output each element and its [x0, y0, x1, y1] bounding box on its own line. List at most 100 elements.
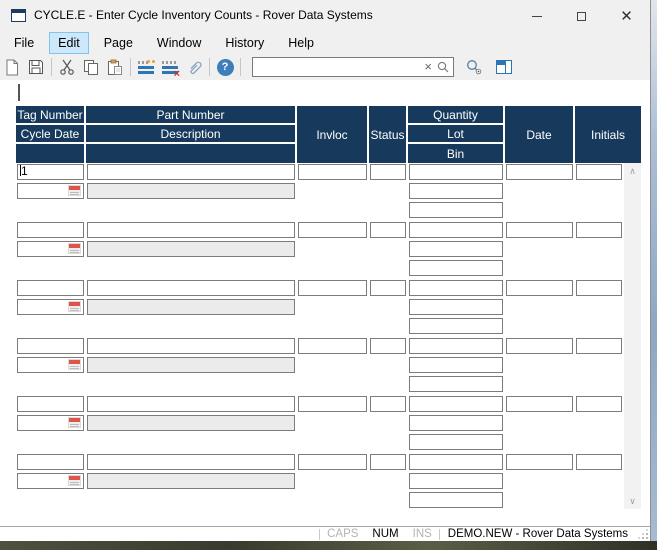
quantity-field[interactable]: [409, 164, 503, 180]
bin-field[interactable]: [409, 376, 503, 392]
lot-field[interactable]: [409, 183, 503, 199]
cycle-date-field[interactable]: [17, 299, 84, 315]
invloc-cell: [297, 163, 369, 182]
tag-number-cell: [16, 279, 86, 298]
part-number-field[interactable]: [87, 222, 295, 238]
status-field[interactable]: [370, 280, 406, 296]
initials-field[interactable]: [576, 396, 622, 412]
part-number-field[interactable]: [87, 280, 295, 296]
status-field[interactable]: [370, 454, 406, 470]
calendar-icon[interactable]: [68, 417, 81, 428]
initials-field[interactable]: [576, 222, 622, 238]
date-field[interactable]: [506, 280, 573, 296]
save-button[interactable]: [24, 56, 48, 78]
scroll-up-icon[interactable]: ∧: [624, 163, 641, 179]
grid-header: Tag Number Cycle Date Part Number Descri…: [16, 106, 641, 163]
part-number-field[interactable]: [87, 164, 295, 180]
part-number-field[interactable]: [87, 396, 295, 412]
quantity-field[interactable]: [409, 280, 503, 296]
menu-help[interactable]: Help: [279, 32, 323, 54]
menu-edit[interactable]: Edit: [49, 32, 89, 54]
bin-field[interactable]: [409, 492, 503, 508]
bin-field[interactable]: [409, 202, 503, 218]
calendar-icon[interactable]: [68, 185, 81, 196]
invloc-field[interactable]: [298, 454, 367, 470]
status-field[interactable]: [370, 338, 406, 354]
tag-number-field[interactable]: [17, 454, 84, 470]
insert-row-button[interactable]: [134, 56, 158, 78]
lot-field[interactable]: [409, 241, 503, 257]
menu-page[interactable]: Page: [95, 32, 142, 54]
tag-number-field[interactable]: [17, 396, 84, 412]
search-icon[interactable]: [436, 60, 450, 74]
bin-field[interactable]: [409, 434, 503, 450]
cycle-date-field[interactable]: [17, 183, 84, 199]
cycle-date-field[interactable]: [17, 357, 84, 373]
quantity-field[interactable]: [409, 222, 503, 238]
lot-field[interactable]: [409, 415, 503, 431]
cut-button[interactable]: [55, 56, 79, 78]
tag-number-field[interactable]: [17, 280, 84, 296]
calendar-icon[interactable]: [68, 475, 81, 486]
header-part-number: Part Number: [86, 106, 297, 125]
lookup-button[interactable]: [462, 56, 486, 78]
cycle-date-field[interactable]: [17, 241, 84, 257]
quantity-field[interactable]: [409, 396, 503, 412]
quantity-cell: [408, 279, 505, 298]
attachment-button[interactable]: [182, 56, 206, 78]
calendar-icon[interactable]: [68, 359, 81, 370]
clear-search-icon[interactable]: ×: [420, 58, 436, 76]
tag-number-field[interactable]: [17, 338, 84, 354]
calendar-icon[interactable]: [68, 301, 81, 312]
tag-number-field[interactable]: [17, 222, 84, 238]
part-number-field[interactable]: [87, 338, 295, 354]
layout-button[interactable]: [492, 56, 516, 78]
header-date: Date: [505, 106, 575, 163]
invloc-field[interactable]: [298, 280, 367, 296]
invloc-field[interactable]: [298, 338, 367, 354]
invloc-field[interactable]: [298, 164, 367, 180]
cycle-date-field[interactable]: [17, 473, 84, 489]
search-input[interactable]: [253, 59, 420, 75]
date-field[interactable]: [506, 164, 573, 180]
lot-field[interactable]: [409, 299, 503, 315]
quantity-field[interactable]: [409, 338, 503, 354]
maximize-button[interactable]: [559, 0, 604, 32]
minimize-button[interactable]: [514, 0, 559, 32]
initials-field[interactable]: [576, 338, 622, 354]
tag-number-field[interactable]: 1: [17, 164, 84, 180]
invloc-field[interactable]: [298, 222, 367, 238]
cycle-date-field[interactable]: [17, 415, 84, 431]
initials-field[interactable]: [576, 280, 622, 296]
close-button[interactable]: ✕: [604, 0, 649, 32]
new-document-button[interactable]: [0, 56, 24, 78]
copy-button[interactable]: [79, 56, 103, 78]
date-field[interactable]: [506, 222, 573, 238]
bin-field[interactable]: [409, 318, 503, 334]
date-field[interactable]: [506, 454, 573, 470]
scroll-down-icon[interactable]: ∨: [624, 493, 641, 509]
lot-field[interactable]: [409, 473, 503, 489]
delete-row-button[interactable]: ×: [158, 56, 182, 78]
menu-window[interactable]: Window: [148, 32, 210, 54]
lot-field[interactable]: [409, 357, 503, 373]
initials-field[interactable]: [576, 164, 622, 180]
status-field[interactable]: [370, 164, 406, 180]
initials-field[interactable]: [576, 454, 622, 470]
resize-grip-icon[interactable]: [636, 528, 650, 541]
part-number-field[interactable]: [87, 454, 295, 470]
quantity-field[interactable]: [409, 454, 503, 470]
menu-history[interactable]: History: [216, 32, 273, 54]
date-field[interactable]: [506, 338, 573, 354]
status-field[interactable]: [370, 396, 406, 412]
bin-field[interactable]: [409, 260, 503, 276]
toolbar-separator: [240, 58, 241, 76]
paste-button[interactable]: [103, 56, 127, 78]
menu-file[interactable]: File: [5, 32, 43, 54]
invloc-field[interactable]: [298, 396, 367, 412]
date-field[interactable]: [506, 396, 573, 412]
vertical-scrollbar[interactable]: ∧ ∨: [624, 163, 641, 509]
status-field[interactable]: [370, 222, 406, 238]
calendar-icon[interactable]: [68, 243, 81, 254]
help-button[interactable]: ?: [213, 56, 237, 78]
